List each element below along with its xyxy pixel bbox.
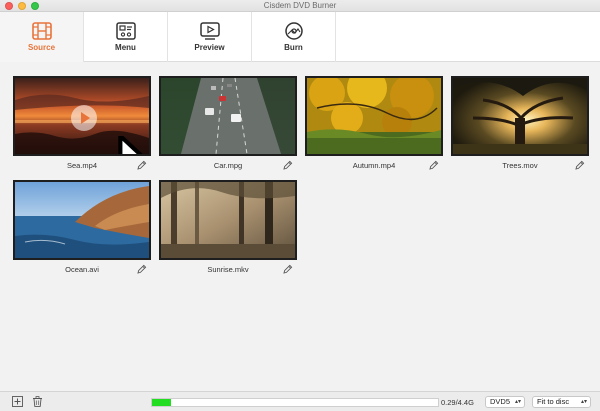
ocean-cliffs-thumbnail bbox=[15, 182, 149, 258]
edit-pencil-icon[interactable] bbox=[283, 160, 293, 170]
window-title: Cisdem DVD Burner bbox=[263, 1, 337, 10]
status-bar: 0.29/4.4G DVD5 ▴▾ Fit to disc ▴▾ bbox=[0, 391, 600, 411]
edit-pencil-icon[interactable] bbox=[283, 264, 293, 274]
media-item: Ocean.avi bbox=[13, 180, 151, 280]
tab-source[interactable]: Source bbox=[0, 12, 84, 62]
highway-cars-thumbnail bbox=[161, 78, 295, 154]
film-icon bbox=[32, 22, 52, 40]
autumn-leaves-thumbnail bbox=[307, 78, 441, 154]
disc-usage-bar bbox=[151, 398, 439, 407]
tab-source-label: Source bbox=[27, 43, 56, 52]
edit-pencil-icon[interactable] bbox=[137, 264, 147, 274]
disc-type-value: DVD5 bbox=[490, 397, 511, 406]
main-toolbar: Source Menu Preview Burn bbox=[0, 12, 600, 62]
capacity-text: 0.29/4.4G bbox=[441, 398, 474, 407]
edit-pencil-icon[interactable] bbox=[429, 160, 439, 170]
mouse-cursor-icon bbox=[118, 136, 143, 154]
trash-icon[interactable] bbox=[32, 396, 43, 407]
disc-type-select[interactable]: DVD5 ▴▾ bbox=[485, 396, 525, 408]
file-name: Sea.mp4 bbox=[66, 161, 98, 170]
disc-usage-fill bbox=[152, 399, 171, 406]
misty-forest-thumbnail bbox=[161, 182, 295, 258]
tab-preview[interactable]: Preview bbox=[168, 12, 252, 62]
media-grid: Sea.mp4 Car.mpg Autumn.mp4 Trees.mov Oce… bbox=[0, 63, 600, 391]
file-name: Trees.mov bbox=[502, 161, 538, 170]
edit-pencil-icon[interactable] bbox=[137, 160, 147, 170]
title-bar: Cisdem DVD Burner bbox=[0, 0, 600, 12]
preview-play-icon bbox=[200, 22, 220, 40]
media-item: Sunrise.mkv bbox=[159, 180, 297, 280]
media-item: Sea.mp4 bbox=[13, 76, 151, 176]
file-name: Sunrise.mkv bbox=[207, 265, 249, 274]
sunlit-tree-thumbnail bbox=[453, 78, 587, 154]
tab-menu-label: Menu bbox=[115, 43, 136, 52]
play-icon[interactable] bbox=[71, 105, 97, 131]
video-thumbnail[interactable] bbox=[159, 180, 297, 260]
select-arrows-icon: ▴▾ bbox=[580, 399, 587, 405]
fit-mode-value: Fit to disc bbox=[537, 397, 570, 406]
file-name: Car.mpg bbox=[213, 161, 243, 170]
edit-pencil-icon[interactable] bbox=[575, 160, 585, 170]
menu-template-icon bbox=[116, 22, 136, 40]
tab-menu[interactable]: Menu bbox=[84, 12, 168, 62]
add-file-icon[interactable] bbox=[12, 396, 23, 407]
video-thumbnail[interactable] bbox=[305, 76, 443, 156]
file-name: Autumn.mp4 bbox=[352, 161, 396, 170]
video-thumbnail[interactable] bbox=[13, 180, 151, 260]
tab-burn[interactable]: Burn bbox=[252, 12, 336, 62]
tab-burn-label: Burn bbox=[284, 43, 303, 52]
fit-mode-select[interactable]: Fit to disc ▴▾ bbox=[532, 396, 591, 408]
tab-preview-label: Preview bbox=[194, 43, 225, 52]
video-thumbnail[interactable] bbox=[159, 76, 297, 156]
video-thumbnail[interactable] bbox=[13, 76, 151, 156]
file-name: Ocean.avi bbox=[65, 265, 99, 274]
disc-burn-icon bbox=[285, 22, 303, 40]
media-item: Autumn.mp4 bbox=[305, 76, 443, 176]
media-item: Trees.mov bbox=[451, 76, 589, 176]
select-arrows-icon: ▴▾ bbox=[514, 399, 521, 405]
video-thumbnail[interactable] bbox=[451, 76, 589, 156]
media-item: Car.mpg bbox=[159, 76, 297, 176]
